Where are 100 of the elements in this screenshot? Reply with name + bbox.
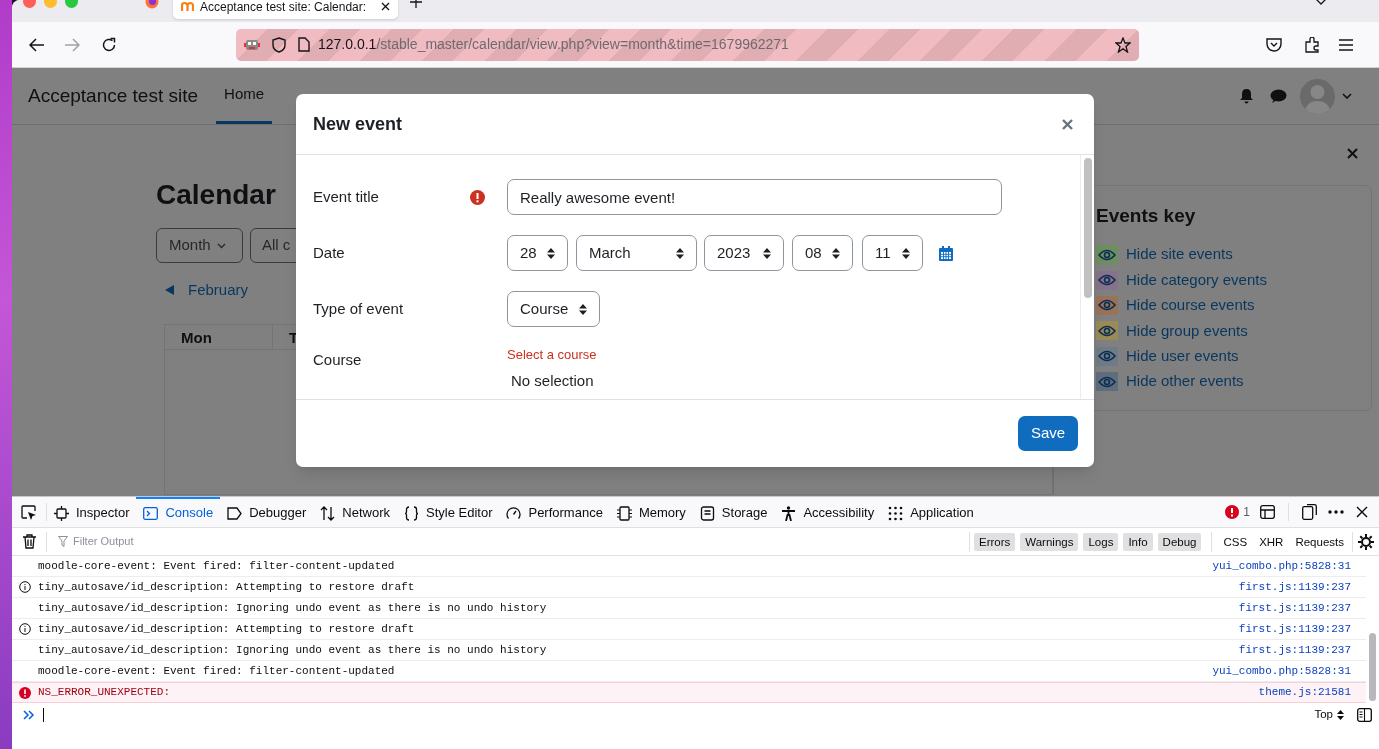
inspector-icon xyxy=(54,505,69,521)
select-dropdown[interactable]: 08 xyxy=(792,235,853,271)
chat-bubble-icon[interactable] xyxy=(1270,88,1287,104)
source-link[interactable]: yui_combo.php:5828:31 xyxy=(1212,557,1351,575)
console-message: NS_ERROR_UNEXPECTED: xyxy=(38,685,172,701)
scrollbar-thumb[interactable] xyxy=(1369,633,1376,701)
pocket-icon[interactable] xyxy=(1266,37,1282,52)
filter-icon xyxy=(58,536,68,547)
filter-toggle-button[interactable]: CSS xyxy=(1217,532,1254,551)
selection-text: No selection xyxy=(511,371,595,391)
devtools-tab[interactable]: Inspector xyxy=(47,497,137,527)
element-picker-icon[interactable] xyxy=(21,504,37,520)
scrollbar-thumb[interactable] xyxy=(1083,158,1092,298)
chevron-down-icon xyxy=(216,242,226,249)
filter-toggle-button[interactable]: Logs xyxy=(1083,532,1119,551)
devtools-tab[interactable]: Memory xyxy=(609,497,693,527)
sort-arrows-icon xyxy=(676,247,684,259)
text-input[interactable]: Really awesome event! xyxy=(507,179,1002,215)
filter-toggle-button[interactable]: Requests xyxy=(1289,532,1350,551)
save-button[interactable]: Save xyxy=(1018,416,1078,451)
devtools-tab[interactable]: Storage xyxy=(692,497,775,527)
view-dropdown[interactable]: Month xyxy=(156,228,243,263)
field-label: Course xyxy=(313,350,363,370)
page-heading: Calendar xyxy=(156,178,276,212)
star-icon[interactable] xyxy=(1115,36,1131,53)
back-icon[interactable] xyxy=(29,37,45,52)
filter-toggle-button[interactable]: Errors xyxy=(974,532,1016,551)
error-count-badge[interactable]: 1 xyxy=(1225,497,1250,527)
devtools-tab[interactable]: Accessibility xyxy=(774,497,882,527)
source-link[interactable]: first.js:1139:237 xyxy=(1238,641,1351,659)
reload-icon[interactable] xyxy=(101,36,117,53)
column-header: Mon xyxy=(165,324,273,350)
devtools-tab[interactable]: Performance xyxy=(499,497,610,527)
storage-icon xyxy=(699,505,715,521)
filter-toggle-button[interactable]: Info xyxy=(1123,532,1153,551)
extension-icon[interactable] xyxy=(1305,36,1320,53)
sort-arrows-icon xyxy=(547,247,555,259)
select-dropdown[interactable]: 2023 xyxy=(704,235,784,271)
source-link[interactable]: first.js:1139:237 xyxy=(1238,578,1351,596)
console-message: tiny_autosave/id_description: Attempting to restore draft xyxy=(38,621,416,637)
source-link[interactable]: theme.js:21581 xyxy=(1258,684,1351,701)
devtools-tab[interactable]: Style Editor xyxy=(397,497,500,527)
context-selector[interactable]: Top xyxy=(1314,706,1344,724)
devtools-tab[interactable]: Debugger xyxy=(220,497,314,527)
select-dropdown[interactable]: 28 xyxy=(507,235,568,271)
filter-toggle-button[interactable]: Debug xyxy=(1157,532,1202,551)
devtools-tab[interactable]: Console xyxy=(136,497,221,527)
field-label: Date xyxy=(313,242,346,263)
caret-icon[interactable] xyxy=(1342,93,1352,99)
close-icon[interactable] xyxy=(1356,506,1368,518)
dock-icon[interactable] xyxy=(1302,504,1317,520)
select-dropdown[interactable]: March xyxy=(576,235,697,271)
card-title: Events key xyxy=(1096,204,1197,228)
select-dropdown[interactable]: 11 xyxy=(862,235,923,271)
address-bar[interactable]: 127.0.0.1/stable_master/calendar/view.php?view=month&time=1679962271 xyxy=(236,28,1139,61)
select-dropdown[interactable]: Course xyxy=(507,291,600,327)
console-message: moodle-core-event: Event fired: filter-content-updated xyxy=(38,558,396,574)
info-icon xyxy=(19,623,31,635)
source-link[interactable]: first.js:1139:237 xyxy=(1238,599,1351,617)
filter-field[interactable]: Filter Output xyxy=(73,533,333,550)
sort-arrows-icon xyxy=(832,247,840,259)
source-link[interactable]: first.js:1139:237 xyxy=(1238,620,1351,638)
sort-arrows-icon xyxy=(763,247,771,259)
prompt-icon xyxy=(23,710,35,720)
site-logo-icon xyxy=(181,1,194,12)
console-message: moodle-core-event: Event fired: filter-content-updated xyxy=(38,663,396,679)
devtools-tab[interactable]: Network xyxy=(313,497,397,527)
site-name[interactable]: Acceptance test site xyxy=(28,81,199,111)
bell-icon[interactable] xyxy=(1239,88,1254,104)
console-message: tiny_autosave/id_description: Attempting to restore draft xyxy=(38,579,416,595)
error-message: Select a course xyxy=(507,347,597,363)
triangle-left-icon xyxy=(165,285,174,296)
sidebar-icon[interactable] xyxy=(1357,708,1372,722)
error-icon xyxy=(1225,505,1240,519)
devtools-tab[interactable]: Application xyxy=(881,497,981,527)
filter-toggle-button[interactable]: XHR xyxy=(1253,532,1290,551)
more-icon[interactable] xyxy=(1328,510,1344,514)
filter-toggle-button[interactable]: Warnings xyxy=(1020,532,1079,551)
sort-arrows-icon xyxy=(902,247,910,259)
tab-title: Acceptance test site: Calendar: xyxy=(200,0,368,16)
settings-icon[interactable] xyxy=(1358,533,1374,550)
console-message: tiny_autosave/id_description: Ignoring undo event as there is no undo history xyxy=(38,600,548,616)
trash-icon[interactable] xyxy=(23,534,36,549)
shield-icon xyxy=(272,36,286,53)
split-console-icon[interactable] xyxy=(1260,505,1275,519)
grid-icon xyxy=(888,505,904,521)
chevron-down-icon[interactable] xyxy=(1315,0,1327,6)
menu-icon[interactable] xyxy=(1339,38,1353,51)
gauge-icon xyxy=(506,505,522,521)
sort-arrows-icon xyxy=(579,303,587,315)
nav-link[interactable]: Home xyxy=(216,68,273,124)
tag-icon xyxy=(227,505,243,521)
page-icon xyxy=(298,37,310,52)
source-link[interactable]: yui_combo.php:5828:31 xyxy=(1212,662,1351,680)
console-message: tiny_autosave/id_description: Ignoring undo event as there is no undo history xyxy=(38,642,548,658)
console-icon xyxy=(143,505,159,521)
modal-title: New event xyxy=(313,112,403,136)
calendar-icon[interactable] xyxy=(939,245,953,261)
browser-tab[interactable]: Acceptance test site: Calendar: xyxy=(173,0,398,19)
field-label: Event title xyxy=(313,186,380,207)
